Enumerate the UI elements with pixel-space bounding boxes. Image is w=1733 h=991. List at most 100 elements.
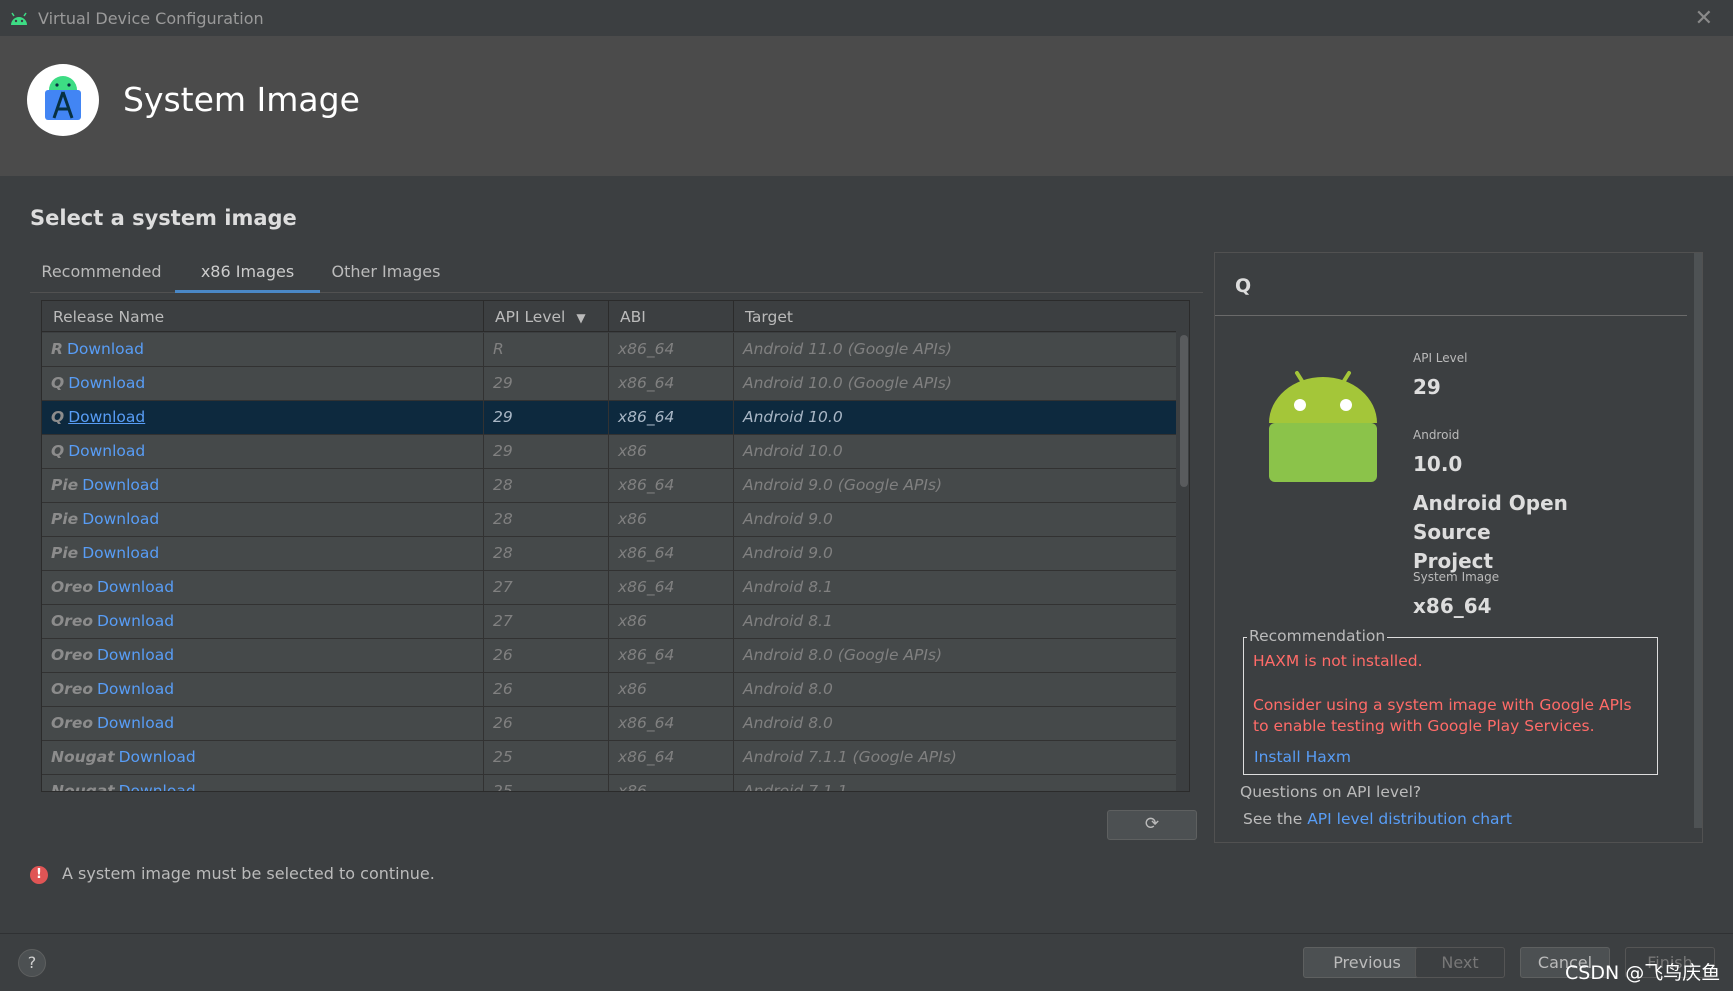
download-link[interactable]: Download (82, 476, 159, 494)
cell-target: Android 8.0 (743, 714, 833, 732)
release-codename: Nougat (51, 782, 115, 792)
table-row[interactable]: Q Download 29 x86_64 Android 10.0 (42, 401, 1176, 435)
table-row[interactable]: Oreo Download 26 x86_64 Android 8.0 (Google … (42, 639, 1176, 673)
column-header-abi[interactable]: ABI (609, 301, 734, 332)
cell-release-name: Oreo Download (42, 571, 484, 605)
close-icon[interactable]: ✕ (1695, 6, 1713, 31)
release-codename: Oreo (51, 646, 93, 664)
cell-abi: x86_64 (609, 571, 734, 605)
cell-release-name: Pie Download (42, 503, 484, 537)
cell-target: Android 11.0 (Google APIs) (743, 340, 952, 358)
cell-api-level: 27 (484, 571, 609, 605)
cell-target: Android 9.0 (743, 510, 833, 528)
refresh-icon: ⟳ (1144, 814, 1160, 834)
download-link[interactable]: Download (82, 510, 159, 528)
table-scrollbar-thumb[interactable] (1180, 335, 1188, 487)
release-codename: Nougat (51, 748, 115, 766)
haxm-error: HAXM is not installed. (1253, 652, 1423, 670)
cell-release-name: Nougat Download (42, 775, 484, 792)
install-haxm-link[interactable]: Install Haxm (1254, 748, 1351, 766)
cell-abi: x86_64 (609, 707, 734, 741)
cell-target: Android 10.0 (743, 442, 843, 460)
help-button[interactable]: ? (18, 949, 46, 977)
previous-button[interactable]: Previous (1303, 947, 1431, 978)
table-scrollbar[interactable] (1178, 333, 1189, 791)
cell-api-level: 26 (484, 639, 609, 673)
api-distribution-chart-link[interactable]: API level distribution chart (1307, 810, 1512, 828)
table-row[interactable]: Pie Download 28 x86_64 Android 9.0 (42, 537, 1176, 571)
next-button[interactable]: Next (1415, 947, 1505, 978)
cell-abi: x86_64 (609, 469, 734, 503)
cell-target: Android 9.0 (Google APIs) (743, 476, 943, 494)
table-row[interactable]: Oreo Download 26 x86 Android 8.0 (42, 673, 1176, 707)
cell-api-level: 29 (484, 435, 609, 469)
cell-abi: x86 (609, 775, 734, 791)
cell-abi: x86 (609, 605, 734, 639)
download-link[interactable]: Download (68, 442, 145, 460)
table-row[interactable]: Q Download 29 x86 Android 10.0 (42, 435, 1176, 469)
cell-abi: x86 (609, 435, 734, 469)
sort-descending-icon: ▼ (576, 311, 586, 325)
cell-release-name: Pie Download (42, 537, 484, 571)
validation-message: ! A system image must be selected to cont… (30, 864, 435, 884)
download-link[interactable]: Download (97, 612, 174, 630)
cell-api-level: 28 (484, 503, 609, 537)
table-row[interactable]: Pie Download 28 x86_64 Android 9.0 (Google A… (42, 469, 1176, 503)
column-header-api-level[interactable]: API Level ▼ (484, 301, 609, 332)
table-row[interactable]: Nougat Download 25 x86 Android 7.1.1 (42, 775, 1176, 792)
cell-api-level: 26 (484, 673, 609, 707)
release-codename: Q (51, 374, 65, 392)
download-link[interactable]: Download (68, 374, 145, 392)
cell-target: Android 8.1 (743, 578, 833, 596)
cell-target: Android 7.1.1 (Google APIs) (743, 748, 957, 766)
error-icon: ! (30, 865, 48, 884)
tab-other-images[interactable]: Other Images (322, 250, 450, 293)
cell-abi: x86_64 (609, 537, 734, 571)
column-header-target[interactable]: Target (734, 301, 1176, 332)
cell-release-name: Q Download (42, 435, 484, 469)
download-link[interactable]: Download (67, 340, 144, 358)
release-codename: Q (51, 442, 65, 460)
image-tabs: Recommended x86 Images Other Images (30, 250, 1203, 293)
table-row[interactable]: Oreo Download 27 x86_64 Android 8.1 (42, 571, 1176, 605)
refresh-button[interactable]: ⟳ (1107, 810, 1197, 840)
release-codename: Oreo (51, 612, 93, 630)
android-robot-icon (1267, 365, 1379, 489)
download-link[interactable]: Download (97, 680, 174, 698)
download-link[interactable]: Download (97, 578, 174, 596)
tab-x86-images[interactable]: x86 Images (175, 250, 320, 293)
android-studio-logo (27, 64, 99, 136)
download-link[interactable]: Download (97, 646, 174, 664)
column-header-release-name[interactable]: Release Name (42, 301, 484, 332)
cell-abi: x86_64 (609, 367, 734, 401)
download-link[interactable]: Download (119, 748, 196, 766)
download-link[interactable]: Download (119, 782, 196, 791)
system-image-value: x86_64 (1413, 594, 1492, 618)
download-link[interactable]: Download (97, 714, 174, 732)
table-row[interactable]: Q Download 29 x86_64 Android 10.0 (Google AP… (42, 367, 1176, 401)
cell-api-level: 26 (484, 707, 609, 741)
download-link[interactable]: Download (68, 408, 145, 426)
validation-text: A system image must be selected to conti… (62, 864, 435, 883)
tab-recommended[interactable]: Recommended (30, 250, 173, 293)
table-row[interactable]: Nougat Download 25 x86_64 Android 7.1.1 (Goo… (42, 741, 1176, 775)
cell-target: Android 8.0 (743, 680, 833, 698)
table-row[interactable]: Pie Download 28 x86 Android 9.0 (42, 503, 1176, 537)
cell-release-name: Oreo Download (42, 605, 484, 639)
table-row[interactable]: Oreo Download 26 x86_64 Android 8.0 (42, 707, 1176, 741)
details-scrollbar[interactable] (1694, 253, 1702, 828)
table-header: Release Name API Level ▼ ABI Target (42, 301, 1176, 332)
cell-release-name: Pie Download (42, 469, 484, 503)
watermark: CSDN @飞鸟庆鱼 (1565, 962, 1721, 984)
wizard-header: System Image (0, 36, 1733, 176)
cell-release-name: R Download (42, 333, 484, 367)
cell-api-level: 28 (484, 469, 609, 503)
download-link[interactable]: Download (82, 544, 159, 562)
footer-divider (0, 933, 1733, 934)
vendor-value: Android Open Source Project (1413, 491, 1568, 573)
google-apis-hint: Consider using a system image with Googl… (1253, 696, 1632, 735)
table-row[interactable]: R Download Rx86_64 Android 11.0 (Google API… (42, 333, 1176, 367)
table-row[interactable]: Oreo Download 27 x86 Android 8.1 (42, 605, 1176, 639)
details-divider (1215, 315, 1687, 316)
release-codename: R (51, 340, 63, 358)
